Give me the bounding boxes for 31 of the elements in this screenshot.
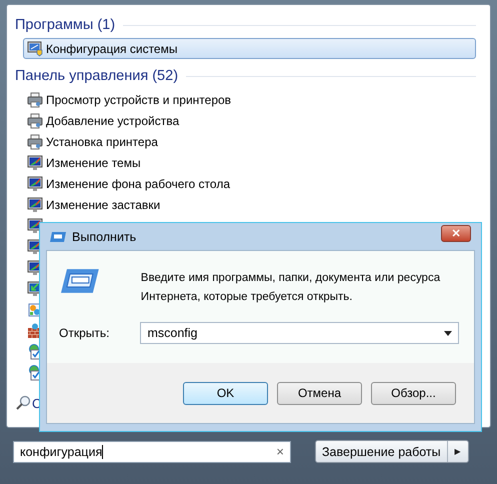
prompt-text: Введите имя программы, папки, документа или ресурса Интернета, которые требуется открыть. <box>140 271 442 305</box>
result-item[interactable]: Конфигурация системы <box>23 38 476 59</box>
result-item[interactable]: Просмотр устройств и принтеров <box>15 89 476 110</box>
run-icon <box>61 269 99 293</box>
monitor-icon <box>27 154 43 170</box>
run-icon <box>50 232 66 242</box>
printer-icon <box>27 134 43 150</box>
search-icon <box>15 395 31 411</box>
monitor-icon <box>27 176 43 192</box>
section-heading: Программы (1) <box>15 17 116 33</box>
result-item[interactable]: Добавление устройства <box>15 110 476 131</box>
result-item[interactable]: Изменение темы <box>15 152 476 173</box>
result-item[interactable]: Изменение заставки <box>15 194 476 215</box>
open-label: Открыть: <box>59 326 110 340</box>
printer-icon <box>27 112 43 128</box>
result-item[interactable]: Изменение фона рабочего стола <box>15 173 476 194</box>
shutdown-button[interactable]: Завершение работы <box>316 441 448 462</box>
printer-icon <box>27 92 43 108</box>
cancel-button[interactable]: Отмена <box>277 382 362 404</box>
dialog-title: Выполнить <box>72 230 136 244</box>
dropdown-icon <box>444 330 452 336</box>
search-field[interactable]: конфигурация × <box>13 440 291 462</box>
browse-button[interactable]: Обзор... <box>371 382 456 404</box>
command-field[interactable]: msconfig <box>140 322 460 344</box>
monitor-icon <box>27 196 43 212</box>
section-heading: Панель управления (52) <box>15 68 178 84</box>
shutdown-options-button[interactable]: ▶ <box>448 441 468 462</box>
clear-button[interactable]: × <box>276 444 284 459</box>
result-item[interactable]: Установка принтера <box>15 131 476 152</box>
monitor-icon <box>27 40 43 56</box>
ok-button[interactable]: OK <box>183 382 268 404</box>
